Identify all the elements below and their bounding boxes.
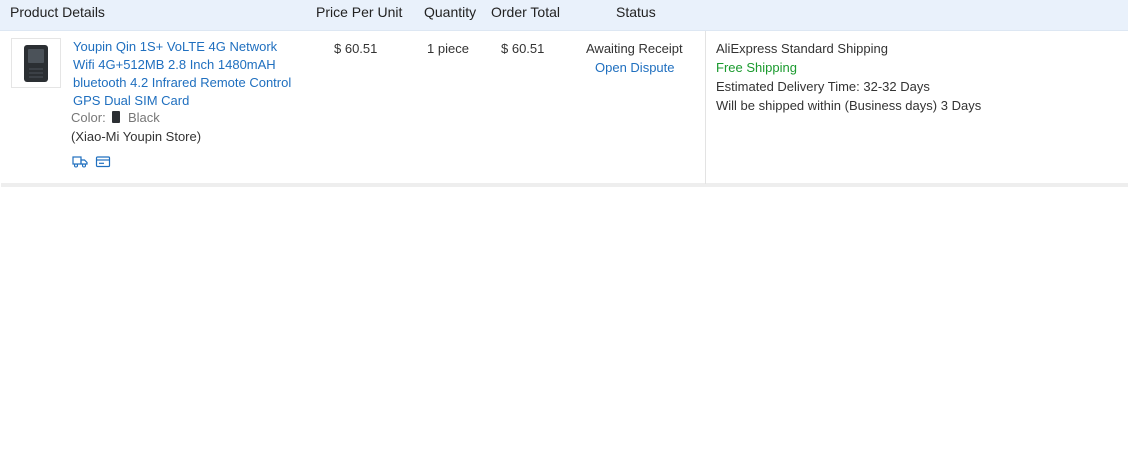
card-icon[interactable] (95, 155, 111, 168)
order-status: Awaiting Receipt (586, 41, 683, 56)
quantity: 1 piece (427, 41, 469, 56)
ship-within-label: Will be shipped within (Business days) (716, 98, 938, 113)
truck-icon[interactable] (72, 155, 88, 168)
product-thumbnail[interactable] (11, 38, 61, 88)
product-title-line-3: bluetooth 4.2 Infrared Remote Control (73, 75, 292, 90)
color-swatch-icon (112, 111, 121, 123)
header-status: Status (616, 4, 656, 20)
product-color: Color: Black (71, 110, 160, 125)
product-title-link[interactable]: Youpin Qin 1S+ VoLTE 4G Network Wifi 4G+… (73, 38, 303, 110)
store-name: (Xiao-Mi Youpin Store) (71, 129, 202, 144)
header-quantity: Quantity (424, 4, 477, 20)
ship-within-value: 3 Days (940, 98, 982, 113)
delivery-value: 32-32 Days (863, 79, 930, 94)
product-title-line-4: GPS Dual SIM Card (73, 93, 190, 108)
open-dispute-link[interactable]: Open Dispute (595, 60, 675, 75)
header-order-total: Order Total (491, 4, 560, 20)
product-title-line-1: Youpin Qin 1S+ VoLTE 4G Network (73, 39, 278, 54)
ship-within: Will be shipped within (Business days) 3… (716, 98, 981, 113)
column-divider (705, 31, 706, 184)
price-per-unit: $ 60.51 (334, 41, 378, 56)
color-value: Black (127, 110, 160, 125)
table-header: Product Details Price Per Unit Quantity … (0, 0, 1128, 31)
phone-image (24, 45, 48, 82)
shipping-cost: Free Shipping (716, 60, 797, 75)
header-price-per-unit: Price Per Unit (316, 4, 403, 20)
estimated-delivery: Estimated Delivery Time: 32-32 Days (716, 79, 930, 94)
color-label: Color: (71, 110, 106, 125)
header-product-details: Product Details (10, 4, 105, 20)
order-total: $ 60.51 (501, 41, 545, 56)
order-details-panel: Product Details Price Per Unit Quantity … (0, 0, 1128, 460)
delivery-label: Estimated Delivery Time: (716, 79, 860, 94)
shipping-method: AliExpress Standard Shipping (716, 41, 888, 56)
product-title-line-2: Wifi 4G+512MB 2.8 Inch 1480mAH (73, 57, 276, 72)
